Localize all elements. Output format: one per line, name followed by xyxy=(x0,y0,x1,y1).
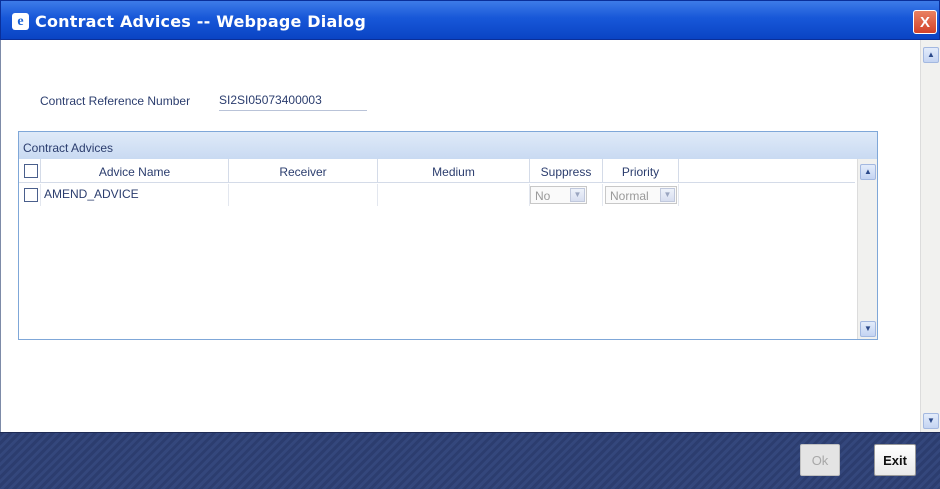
grid-scrollbar[interactable]: ▲ ▼ xyxy=(857,159,877,339)
select-all-cell xyxy=(19,159,41,183)
dialog-footer xyxy=(0,432,940,489)
column-header-advice-name[interactable]: Advice Name xyxy=(41,159,229,183)
suppress-value: No xyxy=(535,189,551,203)
suppress-select[interactable]: No ▼ xyxy=(530,186,587,204)
row-select-cell xyxy=(19,184,41,206)
panel-title: Contract Advices xyxy=(19,132,877,159)
close-button[interactable]: X xyxy=(913,10,937,34)
select-all-checkbox[interactable] xyxy=(24,164,38,178)
grid-header: Advice Name Receiver Medium Suppress Pri… xyxy=(19,159,855,183)
ok-button[interactable]: Ok xyxy=(800,444,840,476)
chevron-down-icon: ▼ xyxy=(570,188,585,202)
priority-select[interactable]: Normal ▼ xyxy=(605,186,677,204)
column-header-suppress[interactable]: Suppress xyxy=(530,159,603,183)
arrow-up-icon[interactable]: ▲ xyxy=(923,47,939,63)
exit-button[interactable]: Exit xyxy=(874,444,916,476)
close-icon: X xyxy=(919,13,930,31)
priority-value: Normal xyxy=(610,189,649,203)
column-header-priority[interactable]: Priority xyxy=(603,159,679,183)
contract-ref-field[interactable]: SI2SI05073400003 xyxy=(219,93,367,111)
advice-name-cell: AMEND_ADVICE xyxy=(41,184,229,206)
chevron-down-icon: ▼ xyxy=(660,188,675,202)
column-header-receiver[interactable]: Receiver xyxy=(229,159,378,183)
row-checkbox[interactable] xyxy=(24,188,38,202)
suppress-cell: No ▼ xyxy=(530,184,603,206)
window-title: Contract Advices -- Webpage Dialog xyxy=(35,12,366,31)
column-header-medium[interactable]: Medium xyxy=(378,159,530,183)
page-scrollbar[interactable]: ▲ ▼ xyxy=(920,40,940,432)
priority-cell: Normal ▼ xyxy=(603,184,679,206)
ie-icon: e xyxy=(12,13,29,30)
contract-ref-label: Contract Reference Number xyxy=(40,94,191,108)
arrow-down-icon[interactable]: ▼ xyxy=(860,321,876,337)
receiver-cell[interactable] xyxy=(229,184,378,206)
arrow-up-icon[interactable]: ▲ xyxy=(860,164,876,180)
medium-cell[interactable] xyxy=(378,184,530,206)
contract-advices-panel: Contract Advices Advice Name Receiver Me… xyxy=(18,131,878,340)
arrow-down-icon[interactable]: ▼ xyxy=(923,413,939,429)
table-row: AMEND_ADVICE No ▼ Normal ▼ xyxy=(19,184,855,207)
title-bar: e Contract Advices -- Webpage Dialog X xyxy=(0,0,940,40)
